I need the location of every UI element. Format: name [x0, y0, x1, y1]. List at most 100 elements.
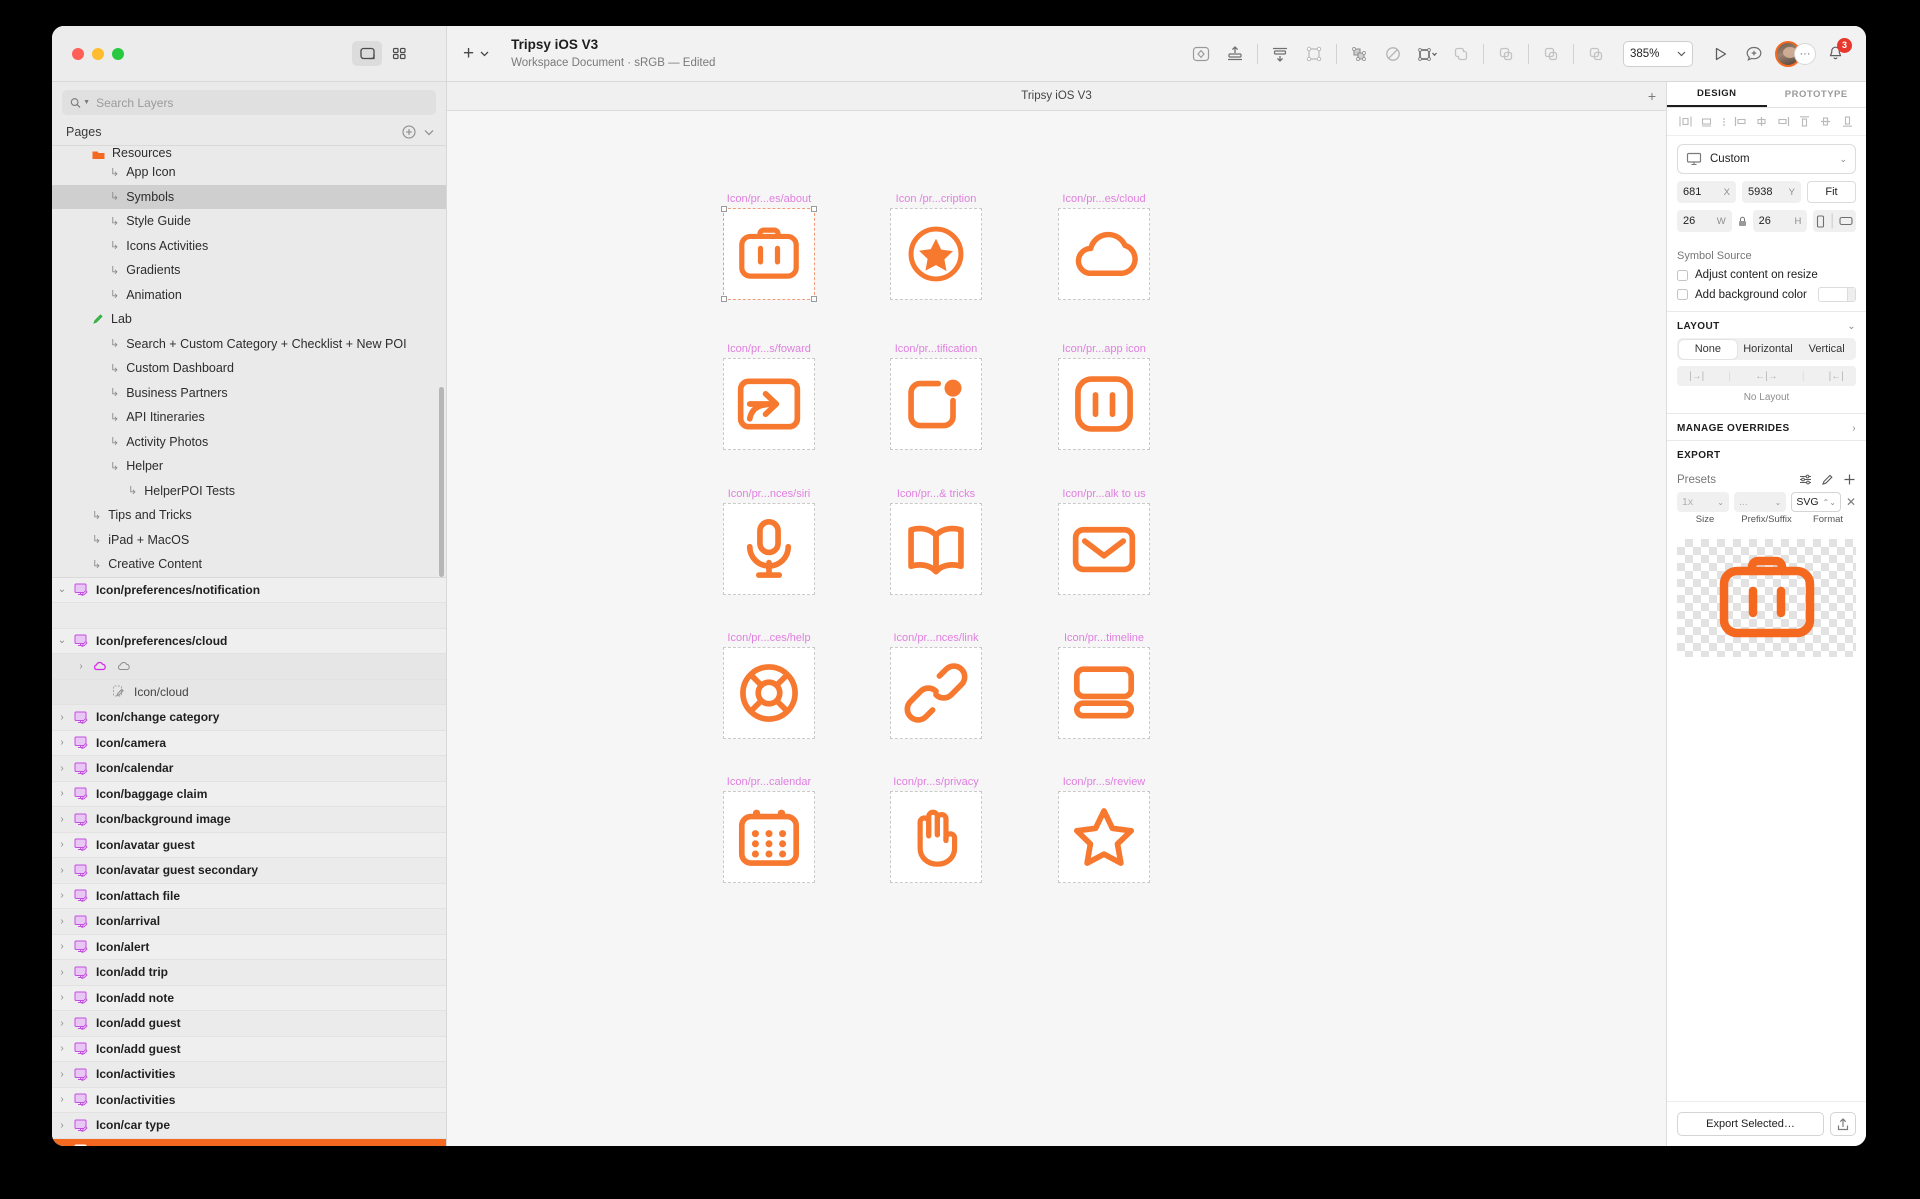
selection-handle[interactable]	[721, 296, 727, 302]
mask-icon[interactable]	[1376, 37, 1410, 71]
artboard-canvas[interactable]	[723, 503, 815, 595]
orientation-toggle[interactable]: |	[1813, 210, 1856, 232]
notifications-button[interactable]: 3	[1820, 39, 1850, 69]
tab-design[interactable]: DESIGN	[1667, 82, 1767, 107]
page-item[interactable]: ↳Icons Activities	[52, 234, 446, 259]
artboard-canvas[interactable]	[723, 647, 815, 739]
artboard[interactable]: Icon/pr...es/cloud	[1058, 193, 1150, 300]
page-item[interactable]: ↳HelperPOI Tests	[52, 479, 446, 504]
artboard[interactable]: Icon/pr...s/foward	[723, 343, 815, 450]
layer-row[interactable]: › Icon/add guest	[52, 1037, 446, 1063]
insert-menu-button[interactable]: +	[463, 43, 489, 65]
layer-row[interactable]: › Icon/add note	[52, 986, 446, 1012]
artboard[interactable]: Icon/pr...calendar	[723, 776, 815, 883]
layer-row[interactable]: › Icon/avatar guest	[52, 833, 446, 859]
layer-row[interactable]: ›	[52, 654, 446, 680]
artboard-label[interactable]: Icon/pr...ces/help	[723, 632, 815, 644]
page-item[interactable]: ↳Activity Photos	[52, 430, 446, 455]
selection-handle[interactable]	[721, 206, 727, 212]
stepper-icon[interactable]: ⌃⌄	[1823, 498, 1836, 507]
align-top-edges-icon[interactable]	[1798, 115, 1811, 128]
scale-icon[interactable]	[1410, 37, 1444, 71]
layers-list[interactable]: ⌄ Icon/preferences/notification⌄ Icon/pr…	[52, 577, 446, 1147]
chevron-down-icon[interactable]: ⌄	[52, 635, 72, 646]
page-item[interactable]: ↳App Icon	[52, 160, 446, 185]
selection-handle[interactable]	[811, 206, 817, 212]
chevron-right-icon[interactable]: ›	[52, 763, 72, 774]
layer-row[interactable]	[52, 603, 446, 629]
add-preset-icon[interactable]	[1843, 473, 1856, 486]
layout-align-right-icon[interactable]: |←|	[1829, 371, 1844, 382]
subtract-icon[interactable]	[1489, 37, 1523, 71]
chevron-right-icon[interactable]: ›	[52, 788, 72, 799]
adjust-content-row[interactable]: Adjust content on resize	[1667, 266, 1866, 284]
tab-prototype[interactable]: PROTOTYPE	[1767, 82, 1867, 107]
artboard[interactable]: Icon/pr...es/about	[723, 193, 815, 300]
canvas-view-button[interactable]	[352, 41, 382, 66]
artboard[interactable]: Icon/pr...alk to us	[1058, 488, 1150, 595]
layout-none-option[interactable]: None	[1679, 340, 1738, 359]
page-item[interactable]: ↳Custom Dashboard	[52, 356, 446, 381]
align-right-edges-icon[interactable]	[1777, 115, 1790, 128]
combine-shapes-icon[interactable]	[1342, 37, 1376, 71]
artboard-label[interactable]: Icon/pr...tification	[890, 343, 982, 355]
layout-align-left-icon[interactable]: |→|	[1689, 371, 1704, 382]
chevron-down-icon[interactable]: ⌄	[52, 1145, 72, 1146]
more-align-icon[interactable]	[1722, 115, 1726, 128]
manage-overrides-header[interactable]: MANAGE OVERRIDES ›	[1667, 413, 1866, 440]
chevron-right-icon[interactable]: ›	[52, 890, 72, 901]
layer-row[interactable]: › Icon/car type	[52, 1113, 446, 1139]
artboard[interactable]: Icon/pr...s/privacy	[890, 776, 982, 883]
artboard[interactable]: Icon/pr...timeline	[1058, 632, 1150, 739]
add-background-row[interactable]: Add background color	[1667, 284, 1866, 305]
layer-row[interactable]: › Icon/add trip	[52, 960, 446, 986]
layer-row[interactable]: › Icon/camera	[52, 731, 446, 757]
union-icon[interactable]	[1444, 37, 1478, 71]
artboard-canvas[interactable]	[1058, 503, 1150, 595]
layer-row[interactable]: › Icon/activities	[52, 1062, 446, 1088]
add-background-checkbox[interactable]	[1677, 289, 1688, 300]
artboard-label[interactable]: Icon /pr...cription	[890, 193, 982, 205]
page-item[interactable]: Lab	[52, 307, 446, 332]
layout-vertical-option[interactable]: Vertical	[1797, 338, 1856, 360]
artboard-label[interactable]: Icon/pr...app icon	[1058, 343, 1150, 355]
align-left-icon[interactable]	[1679, 115, 1692, 128]
group-selection-icon[interactable]	[1297, 37, 1331, 71]
layer-row[interactable]: › Icon/background image	[52, 807, 446, 833]
more-options-button[interactable]: ···	[1794, 43, 1816, 65]
canvas-tab-title[interactable]: Tripsy iOS V3	[1021, 90, 1092, 102]
chevron-right-icon[interactable]: ›	[52, 1069, 72, 1080]
chevron-right-icon[interactable]: ›	[52, 865, 72, 876]
page-item[interactable]: ↳Style Guide	[52, 209, 446, 234]
edit-preset-icon[interactable]	[1821, 473, 1834, 486]
artboard-canvas[interactable]	[890, 358, 982, 450]
difference-icon[interactable]	[1579, 37, 1613, 71]
chevron-right-icon[interactable]: ›	[52, 1018, 72, 1029]
layer-row[interactable]: › Icon/attach file	[52, 884, 446, 910]
zoom-level-select[interactable]: 385%	[1623, 41, 1693, 67]
artboard-canvas[interactable]	[723, 791, 815, 883]
distribute-icon[interactable]	[1263, 37, 1297, 71]
layout-align-center-icon[interactable]: ←|→	[1755, 371, 1778, 382]
artboard[interactable]: Icon/pr...ces/help	[723, 632, 815, 739]
pages-list[interactable]: Resources↳App Icon↳Symbols↳Style Guide↳I…	[52, 146, 446, 577]
layer-row[interactable]: › Icon/arrival	[52, 909, 446, 935]
preset-settings-icon[interactable]	[1799, 473, 1812, 486]
x-field[interactable]: 681 X	[1677, 181, 1736, 203]
selection-handle[interactable]	[811, 296, 817, 302]
export-options-button[interactable]	[1830, 1112, 1856, 1136]
artboard-label[interactable]: Icon/pr...calendar	[723, 776, 815, 788]
layer-row[interactable]: › Icon/alert	[52, 935, 446, 961]
add-comment-button[interactable]	[1737, 37, 1771, 71]
search-layers-box[interactable]: ▼	[62, 90, 436, 115]
page-item[interactable]: ↳Animation	[52, 283, 446, 308]
chevron-right-icon[interactable]: ›	[52, 814, 72, 825]
artboard[interactable]: Icon/pr...tification	[890, 343, 982, 450]
artboard-canvas[interactable]	[1058, 208, 1150, 300]
artboard-canvas[interactable]	[1058, 791, 1150, 883]
chevron-right-icon[interactable]: ›	[52, 737, 72, 748]
layer-row[interactable]: Icon/cloud	[52, 680, 446, 706]
page-item[interactable]: ↳Business Partners	[52, 381, 446, 406]
page-item[interactable]: ↳Helper	[52, 454, 446, 479]
artboard-label[interactable]: Icon/pr...s/foward	[723, 343, 815, 355]
